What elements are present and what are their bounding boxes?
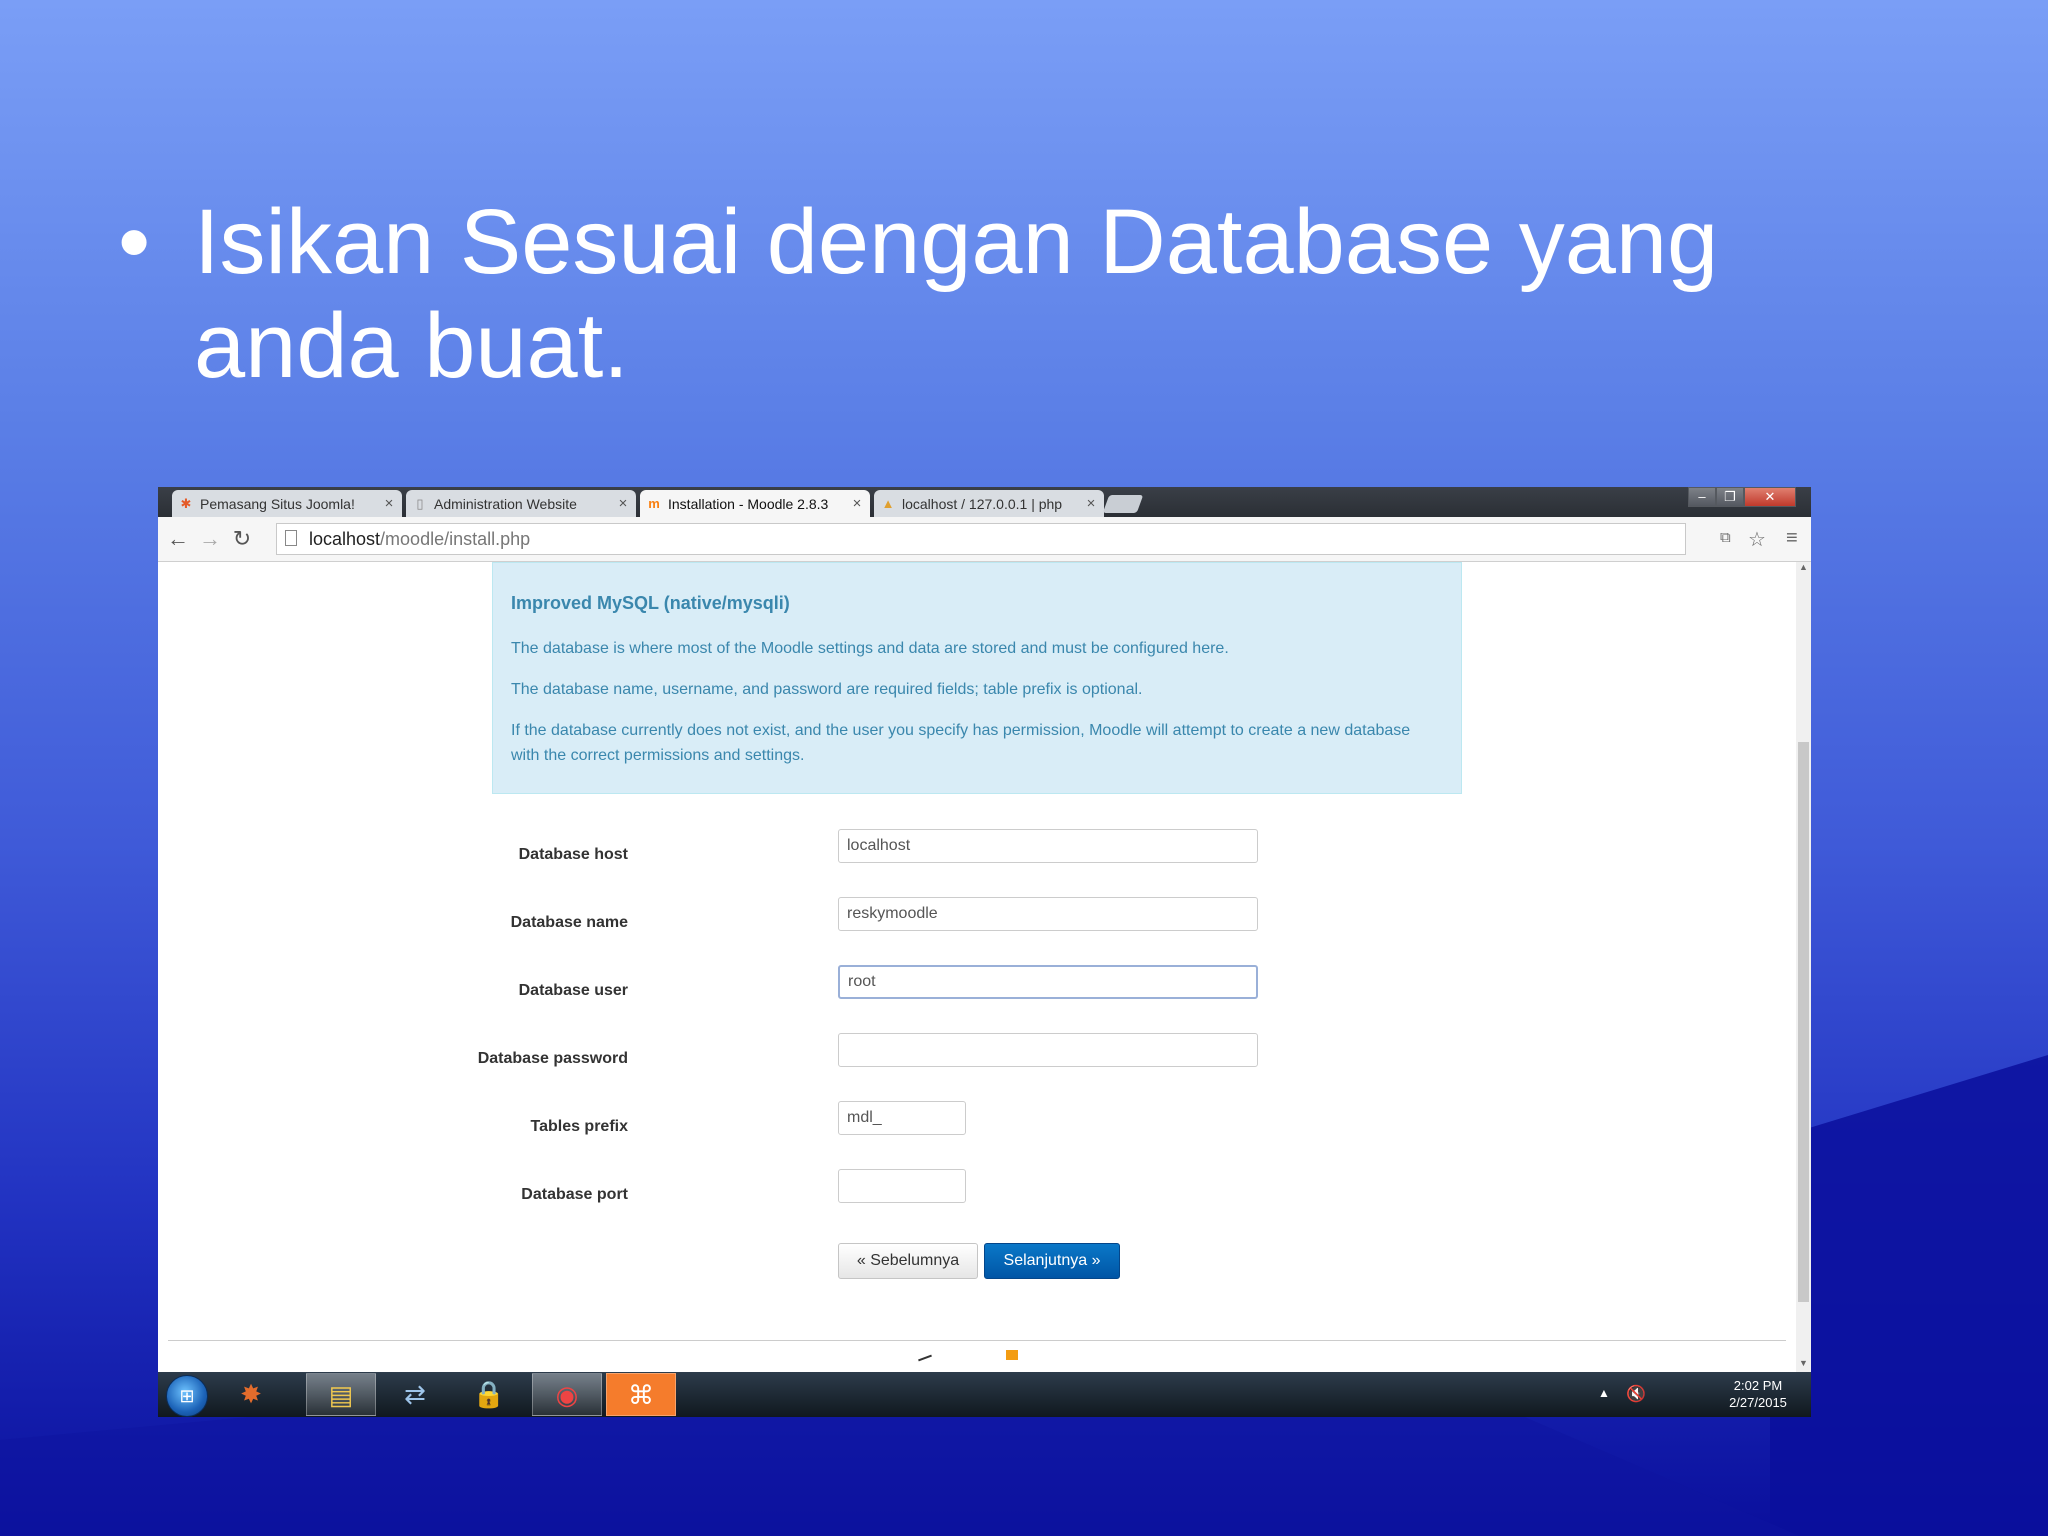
- database-name-label: Database name: [510, 914, 628, 931]
- translate-icon[interactable]: ⧉: [1720, 529, 1731, 546]
- volume-muted-icon[interactable]: 🔇: [1626, 1384, 1646, 1417]
- forward-icon[interactable]: →: [198, 527, 222, 551]
- clock-date: 2/27/2015: [1729, 1395, 1787, 1410]
- file-explorer-icon[interactable]: ▤: [306, 1373, 376, 1416]
- database-user-label: Database user: [518, 982, 628, 999]
- chrome-icon[interactable]: ◉: [532, 1373, 602, 1416]
- minimize-icon[interactable]: –: [1688, 487, 1716, 507]
- slide-text-line-1: Isikan Sesuai dengan Database yang: [194, 191, 1719, 293]
- tab-label: Pemasang Situs Joomla!: [200, 495, 355, 512]
- new-tab-button[interactable]: [1102, 495, 1144, 513]
- reload-icon[interactable]: ↻: [230, 527, 254, 551]
- tab-label: Installation - Moodle 2.8.3: [668, 495, 829, 512]
- phpmyadmin-icon: ▲: [881, 495, 895, 511]
- bullet-point: •: [118, 191, 151, 293]
- vertical-scrollbar[interactable]: ▲ ▼: [1796, 562, 1811, 1372]
- tab-close-icon[interactable]: ×: [616, 495, 630, 512]
- page-content: Improved MySQL (native/mysqli) The datab…: [158, 562, 1796, 1372]
- footer-peek-mark: [918, 1354, 932, 1362]
- system-clock[interactable]: 2:02 PM 2/27/2015: [1718, 1377, 1798, 1411]
- clock-time: 2:02 PM: [1733, 1378, 1783, 1393]
- info-paragraph-3: If the database currently does not exist…: [511, 722, 1411, 764]
- page-icon: ▯: [416, 495, 424, 511]
- tray-expand-icon[interactable]: ▲: [1598, 1386, 1610, 1417]
- menu-icon[interactable]: ≡: [1786, 527, 1798, 550]
- security-app-icon[interactable]: 🔒: [454, 1373, 524, 1416]
- tab-close-icon[interactable]: ×: [1084, 495, 1098, 512]
- database-password-input[interactable]: [838, 1033, 1258, 1067]
- database-port-input[interactable]: [838, 1169, 966, 1203]
- bookmark-star-icon[interactable]: ☆: [1748, 527, 1766, 552]
- database-info-box: Improved MySQL (native/mysqli) The datab…: [492, 562, 1462, 794]
- tab-close-icon[interactable]: ×: [382, 495, 396, 512]
- browser-screenshot: ✱ Pemasang Situs Joomla! × ▯ Administrat…: [158, 487, 1811, 1417]
- close-window-icon[interactable]: ✕: [1744, 487, 1796, 507]
- url-path: /moodle/install.php: [380, 529, 531, 549]
- previous-button[interactable]: « Sebelumnya: [838, 1243, 978, 1279]
- scroll-up-icon[interactable]: ▲: [1796, 562, 1811, 576]
- next-button[interactable]: Selanjutnya »: [984, 1243, 1120, 1279]
- url-text: localhost/moodle/install.php: [309, 529, 530, 550]
- tab-phpmyadmin[interactable]: ▲ localhost / 127.0.0.1 | php ×: [874, 490, 1104, 517]
- tab-label: Administration Website: [434, 495, 577, 512]
- database-host-label: Database host: [518, 846, 628, 863]
- xampp-icon[interactable]: ⌘: [606, 1373, 676, 1416]
- scroll-down-icon[interactable]: ▼: [1796, 1358, 1811, 1372]
- tab-moodle-installation[interactable]: m Installation - Moodle 2.8.3 ×: [640, 490, 870, 517]
- tab-joomla[interactable]: ✱ Pemasang Situs Joomla! ×: [172, 490, 402, 517]
- moodle-icon: m: [648, 495, 660, 511]
- database-host-input[interactable]: [838, 829, 1258, 863]
- database-password-label: Database password: [477, 1050, 628, 1067]
- scrollbar-thumb[interactable]: [1798, 742, 1809, 1302]
- windows-logo-icon: ⊞: [179, 1386, 195, 1406]
- windows-taskbar: ⊞ ✸ ▤ ⇄ 🔒 ◉ ⌘ ▲ 🔇 2:02 PM 2/27/2015: [158, 1372, 1811, 1417]
- database-port-label: Database port: [521, 1186, 628, 1203]
- footer-peek-logo: [1006, 1350, 1018, 1360]
- joomla-icon: ✱: [180, 495, 192, 511]
- address-bar[interactable]: localhost/moodle/install.php: [276, 523, 1686, 555]
- tables-prefix-input[interactable]: [838, 1101, 966, 1135]
- tab-administration[interactable]: ▯ Administration Website ×: [406, 490, 636, 517]
- footer-divider: [168, 1340, 1786, 1341]
- slide-text-line-2: anda buat.: [194, 295, 629, 397]
- fireworks-app-icon[interactable]: ✸: [216, 1373, 286, 1416]
- tab-label: localhost / 127.0.0.1 | php: [902, 495, 1063, 512]
- info-title: Improved MySQL (native/mysqli): [511, 593, 790, 613]
- info-paragraph-1: The database is where most of the Moodle…: [511, 640, 1229, 657]
- start-button[interactable]: ⊞: [166, 1375, 208, 1417]
- database-user-input[interactable]: [838, 965, 1258, 999]
- browser-toolbar: ← → ↻ localhost/moodle/install.php ⧉ ☆ ≡: [158, 517, 1811, 562]
- url-host: localhost: [309, 529, 381, 549]
- network-app-icon[interactable]: ⇄: [380, 1373, 450, 1416]
- info-paragraph-2: The database name, username, and passwor…: [511, 681, 1143, 698]
- tab-close-icon[interactable]: ×: [850, 495, 864, 512]
- restore-icon[interactable]: ❐: [1716, 487, 1744, 507]
- tab-strip: ✱ Pemasang Situs Joomla! × ▯ Administrat…: [158, 487, 1811, 517]
- page-icon: [285, 530, 297, 546]
- back-icon[interactable]: ←: [166, 527, 190, 551]
- database-name-input[interactable]: [838, 897, 1258, 931]
- tables-prefix-label: Tables prefix: [530, 1118, 628, 1135]
